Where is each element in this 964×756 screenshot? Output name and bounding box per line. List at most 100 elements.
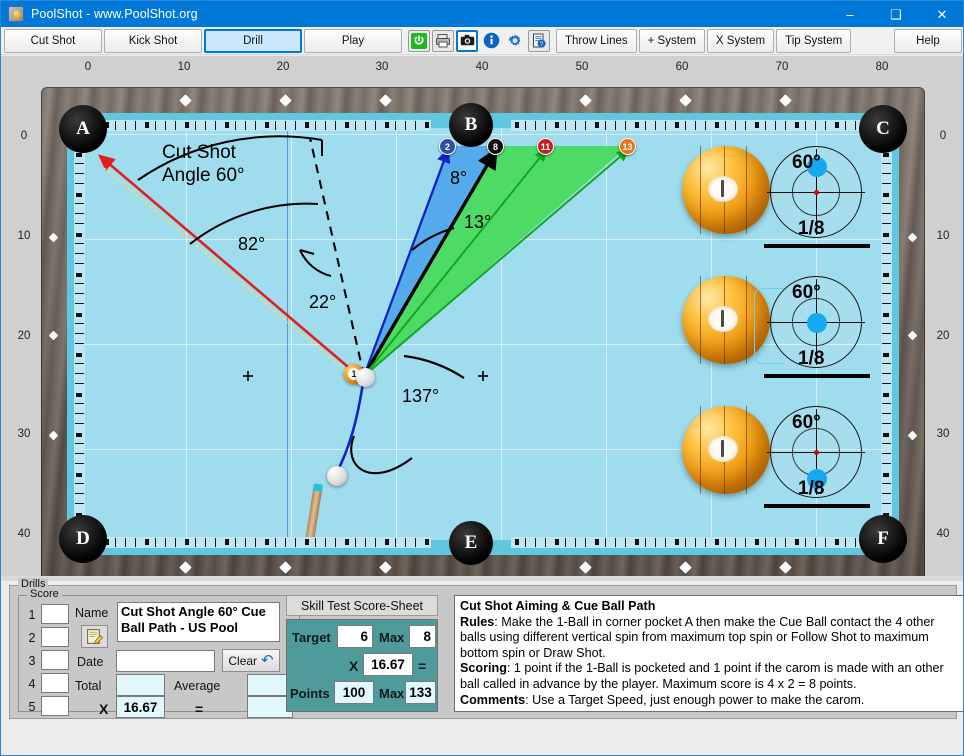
ruler-left-tick-10: 10 [17,230,31,242]
score-group-title: Score [27,588,62,600]
total-value[interactable] [116,674,165,696]
score-row-label-5: 5 [28,700,36,714]
ruler-left-tick-20: 20 [17,330,31,342]
description-title: Cut Shot Aiming & Cue Ball Path [460,599,656,613]
pocket-c[interactable]: C [859,105,907,153]
cue-tip [312,483,323,492]
score-input-4[interactable] [41,673,69,693]
ruler-left: 0 10 20 30 40 [1,56,41,581]
pocket-b[interactable]: B [449,103,493,147]
skill-test-header[interactable]: Skill Test Score-Sheet [286,595,438,616]
comments-text: : Use a Target Speed, just enough power … [525,692,865,707]
scoring-label: Scoring [460,661,507,676]
table-cloth: Cut Shot Angle 60° 82° 22° 8° 13° 137° 1 [82,128,884,540]
spin-baseline-1 [764,244,870,248]
rules-label: Rules [460,614,495,629]
ruler-right-tick-20: 20 [936,330,950,342]
drill-name-field[interactable]: Cut Shot Angle 60° Cue Ball Path - US Po… [117,602,280,642]
info-icon[interactable] [480,30,502,52]
power-icon[interactable] [408,29,430,52]
ruler-right-tick-30: 30 [936,428,950,440]
ruler-right: 0 10 20 30 40 [923,56,963,581]
calc-multiply-symbol: X [349,658,359,674]
bottom-panel: Drills Score 1 2 3 4 5 Name Cut Shot Ang… [1,578,963,755]
drills-group: Drills Score 1 2 3 4 5 Name Cut Shot Ang… [9,578,963,719]
name-label: Name [75,606,109,620]
score-input-1[interactable] [41,604,69,624]
rules-text: : Make the 1-Ball in corner pocket A the… [460,614,935,660]
points-max-label: Max [379,686,405,701]
score-input-3[interactable] [41,650,69,670]
main-toolbar: Cut Shot Kick Shot Drill Play ? Throw Li… [1,27,963,55]
ruler-left-tick-40: 40 [17,528,31,540]
cushion-top-left [101,120,431,131]
angle-label-22: 22° [309,292,337,312]
score-row-label-1: 1 [28,608,36,622]
date-input[interactable] [116,650,215,672]
target-ball-2-number: 2 [444,141,450,152]
tab-cut-shot[interactable]: Cut Shot [4,28,102,53]
minimize-button[interactable]: – [827,1,873,27]
spin-diagram-2: 60° 1/8 [682,276,882,386]
target-ball-8[interactable]: 8 [487,138,504,155]
clear-button[interactable]: Clear ↶ [222,649,280,672]
button-x-system[interactable]: X System [706,28,775,53]
pool-table-area: 0 10 20 30 40 50 60 70 80 0 10 20 30 40 … [1,56,963,581]
score-input-5[interactable] [41,696,69,716]
target-ball-13[interactable]: 13 [619,138,636,155]
angle-label-82: 82° [238,234,266,254]
score-group: Score 1 2 3 4 5 Name Cut Shot Angle 60° … [18,588,300,718]
undo-arrow-icon: ↶ [261,652,274,669]
button-throw-lines[interactable]: Throw Lines [556,28,637,53]
cue-ball[interactable] [327,466,347,486]
title-bar: PoolShot - www.PoolShot.org – ❑ ✕ [1,1,963,27]
multiply-symbol: X [99,701,109,717]
pool-table[interactable]: Cut Shot Angle 60° 82° 22° 8° 13° 137° 1 [41,87,925,581]
date-label: Date [77,655,104,669]
button-help[interactable]: Help [894,28,962,53]
ruler-left-tick-30: 30 [17,428,31,440]
target-value[interactable]: 6 [337,625,373,648]
ruler-left-tick-0: 0 [20,130,28,142]
tab-play[interactable]: Play [304,28,402,53]
equals-symbol: = [195,701,204,717]
poolshot-window: PoolShot - www.PoolShot.org – ❑ ✕ Cut Sh… [0,0,964,756]
close-button[interactable]: ✕ [919,1,963,27]
target-ball-11[interactable]: 11 [537,138,554,155]
average-label: Average [174,679,221,693]
camera-icon[interactable] [456,29,478,52]
tip-position-center[interactable] [807,313,827,333]
target-ball-2[interactable]: 2 [439,138,456,155]
skill-test-panel: Target 6 Max 8 X 16.67 = Points 100 Max … [286,619,438,712]
diagram-title-line1: Cut Shot [162,142,236,163]
angle-label-8: 8° [450,168,468,188]
ruler-top: 0 10 20 30 40 50 60 70 80 [1,56,963,79]
tab-drill[interactable]: Drill [204,28,302,53]
cushion-bottom-left [101,537,431,548]
spin-angle-1: 60° [792,152,821,173]
ruler-top-tick-40: 40 [475,61,489,73]
ghost-ball [356,368,375,387]
maximize-button[interactable]: ❑ [873,1,919,27]
notepad-edit-icon[interactable] [81,625,108,648]
calc-factor-value[interactable]: 16.67 [363,653,413,676]
settings-gear-icon[interactable] [504,30,526,52]
toolbar-icon-group: ? [407,29,551,52]
button-tip-system[interactable]: Tip System [776,28,852,53]
button-plus-system[interactable]: + System [638,28,705,53]
ruler-top-tick-60: 60 [675,61,689,73]
tab-kick-shot[interactable]: Kick Shot [104,28,202,53]
pocket-a[interactable]: A [59,105,107,153]
print-icon[interactable] [432,29,454,52]
score-input-2[interactable] [41,627,69,647]
pocket-d[interactable]: D [59,515,107,563]
angle-label-137: 137° [402,386,440,406]
cushion-top-right [511,120,866,131]
drill-description: Cut Shot Aiming & Cue Ball Path Rules: M… [454,595,963,712]
help-document-icon[interactable]: ? [528,29,550,52]
angle-label-13: 13° [464,212,492,232]
pocket-e[interactable]: E [449,521,493,565]
ruler-top-tick-80: 80 [875,61,889,73]
pocket-f[interactable]: F [859,515,907,563]
multiplier-value[interactable]: 16.67 [116,696,165,718]
